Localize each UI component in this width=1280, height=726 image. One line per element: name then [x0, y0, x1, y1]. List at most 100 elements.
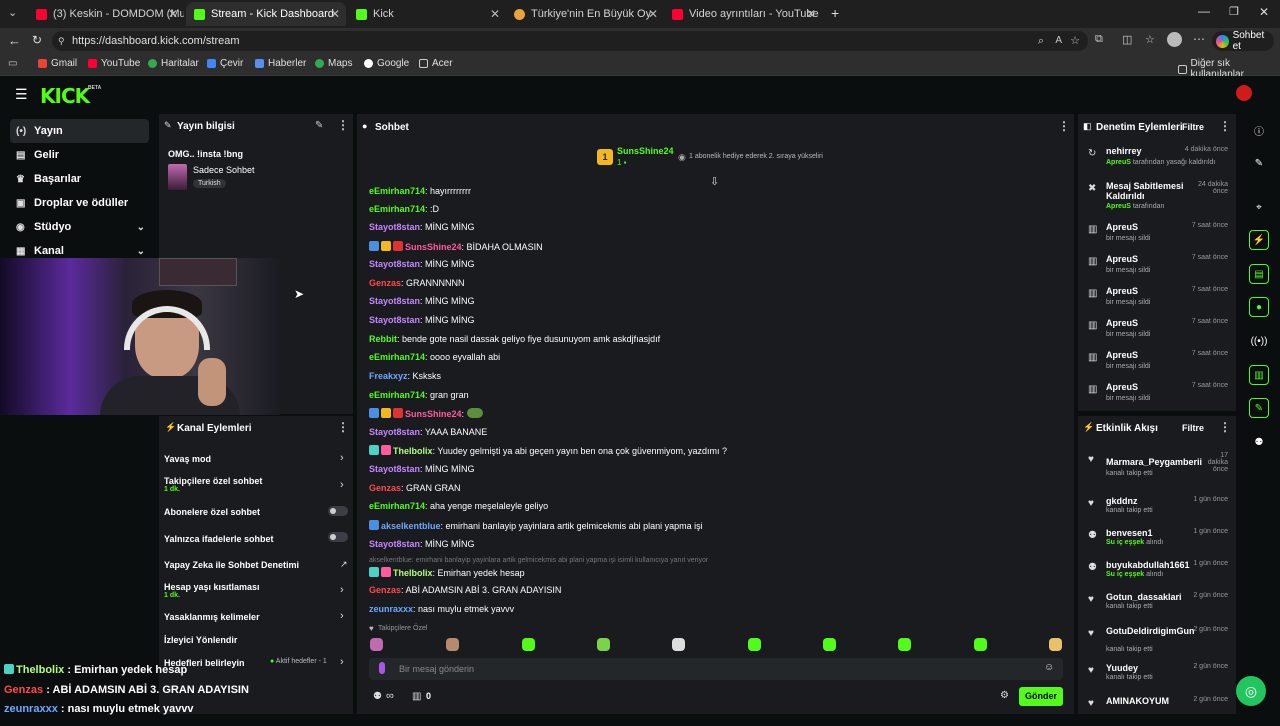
chat-username[interactable]: Stayot8stan	[369, 464, 420, 474]
chevron-right-icon[interactable]: ›	[340, 479, 344, 491]
ai-moderation-label[interactable]: Yapay Zeka ile Sohbet Denetimi	[164, 560, 299, 570]
site-info-icon[interactable]: ⚲	[58, 31, 65, 51]
copilot-button[interactable]: Sohbet et	[1212, 30, 1274, 52]
account-age-label[interactable]: Hesap yaşı kısıtlaması	[164, 582, 260, 592]
activity-row[interactable]: ♥ GotuDeldirdigimGun 2 gün önce kanalı taki…	[1086, 626, 1228, 656]
extensions-icon[interactable]: ⧉	[1095, 33, 1103, 46]
new-tab-icon[interactable]: +	[831, 5, 839, 21]
chat-message[interactable]: Stayot8stan: MİNG MİNG	[369, 464, 475, 474]
emote-only-toggle[interactable]	[328, 532, 348, 542]
chat-username[interactable]: Stayot8stan	[369, 259, 420, 269]
emote-icon[interactable]	[370, 638, 383, 651]
activity-row[interactable]: ♥ Gotun_dassaklari 2 gün önce kanalı takip …	[1086, 592, 1228, 622]
emote-icon[interactable]	[446, 638, 459, 651]
avatar[interactable]	[1167, 32, 1182, 47]
chat-username[interactable]: eEmirhan714	[369, 501, 425, 511]
raid-label[interactable]: İzleyici Yönlendir	[164, 635, 237, 645]
more-icon[interactable]: ⋯	[1193, 32, 1205, 46]
chat-username[interactable]: eEmirhan714	[369, 390, 425, 400]
tab-kick[interactable]: Kick ✕	[348, 2, 506, 26]
kick-logo[interactable]: KICK	[40, 84, 90, 108]
more-options-icon[interactable]: ⋮	[1219, 119, 1231, 133]
chevron-right-icon[interactable]: ›	[340, 656, 344, 668]
chat-message[interactable]: eEmirhan714: hayırrrrrrrr	[369, 186, 471, 196]
settings-icon[interactable]: ⚙	[1000, 690, 1009, 701]
read-aloud-icon[interactable]: A	[1055, 31, 1062, 51]
mod-action-row[interactable]: ▥ ApreuS 7 saat önce bir mesajı sildi	[1086, 222, 1228, 252]
chat-username[interactable]: eEmirhan714	[369, 204, 425, 214]
chat-username[interactable]: akselkentblue	[381, 521, 441, 531]
clipboard-icon[interactable]: ▤	[1249, 264, 1269, 284]
chat-message[interactable]: Stayot8stan: MİNG MİNG	[369, 539, 475, 549]
emote-icon[interactable]	[522, 638, 535, 651]
chat-username[interactable]: Genzas	[369, 483, 401, 493]
activity-row[interactable]: ⚉ benvesen1 1 gün önce Su iç eşşek alındı	[1086, 528, 1228, 558]
minimize-icon[interactable]: —	[1198, 4, 1210, 18]
chat-message[interactable]: eEmirhan714: gran gran	[369, 390, 469, 400]
edit-icon[interactable]: ✎	[315, 120, 323, 131]
user-avatar[interactable]	[1236, 85, 1252, 101]
chat-username[interactable]: Stayot8stan	[369, 222, 420, 232]
subscribers-only-toggle[interactable]	[328, 506, 348, 516]
external-link-icon[interactable]: ↗	[340, 559, 348, 570]
activity-row[interactable]: ♥ gkddnz 1 gün önce kanalı takip etti	[1086, 496, 1228, 526]
mod-action-row[interactable]: ▥ ApreuS 7 saat önce bir mesajı sildi	[1086, 286, 1228, 316]
category-name[interactable]: Sadece Sohbet	[193, 165, 255, 175]
reload-icon[interactable]: ↻	[32, 33, 42, 47]
bookmark-youtube[interactable]: YouTube	[88, 58, 140, 69]
emote-icon[interactable]	[898, 638, 911, 651]
activity-row[interactable]: ♥ Yuudey 2 gün önce kanalı takip etti	[1086, 663, 1228, 693]
chat-message[interactable]: Stayot8stan: MİNG MİNG	[369, 259, 475, 269]
mod-action-row[interactable]: ✖ Mesaj Sabitlemesi Kaldırıldı 24 dakika ö…	[1086, 181, 1228, 211]
sidebar-item-studyo[interactable]: ◉ Stüdyo ⌄	[10, 215, 149, 239]
sidebar-item-yayin[interactable]: (•) Yayın	[10, 119, 149, 143]
send-button[interactable]: Gönder	[1019, 687, 1063, 706]
chat-username[interactable]: Rebbit	[369, 334, 397, 344]
chat-message[interactable]: SunsShine24:	[369, 408, 483, 419]
emote-icon[interactable]	[597, 638, 610, 651]
emote-icon[interactable]	[974, 638, 987, 651]
url-input[interactable]: ⚲ https://dashboard.kick.com/stream ⌕ A …	[52, 31, 1088, 51]
chat-message[interactable]: Genzas: GRANNNNNN	[369, 278, 465, 288]
server-icon[interactable]: ▥	[1249, 365, 1269, 385]
filter-button[interactable]: Filtre	[1182, 423, 1204, 433]
back-icon[interactable]: ←	[8, 33, 21, 48]
chat-message[interactable]: eEmirhan714: aha yenge meşelaleyle geliy…	[369, 501, 548, 511]
expand-chevron-icon[interactable]: ⇩	[710, 175, 719, 188]
chat-message[interactable]: Thelbolix: Yuudey gelmişti ya abi geçen …	[369, 445, 727, 456]
pinned-user[interactable]: SunsShine24	[617, 146, 674, 156]
mic-icon[interactable]	[379, 662, 385, 674]
chat-username[interactable]: Thelbolix	[393, 568, 433, 578]
chat-message[interactable]: Thelbolix: Emirhan yedek hesap	[369, 567, 525, 578]
bookmark-google[interactable]: Google	[364, 58, 409, 69]
chat-username[interactable]: Stayot8stan	[369, 427, 420, 437]
favorite-star-icon[interactable]: ☆	[1070, 31, 1080, 51]
bookmark-gmail[interactable]: Gmail	[38, 58, 77, 69]
filter-button[interactable]: Filtre	[1182, 122, 1204, 132]
chat-message[interactable]: Freakxyz: Ksksks	[369, 371, 441, 381]
chat-message[interactable]: Stayot8stan: MİNG MİNG	[369, 296, 475, 306]
chat-message[interactable]: eEmirhan714: oooo eyvallah abi	[369, 352, 500, 362]
tab-kick-dashboard[interactable]: Stream - Kick Dashboard ✕	[186, 2, 346, 26]
chat-username[interactable]: Freakxyz	[369, 371, 408, 381]
tab-youtube-studio[interactable]: Video ayrıntıları - YouTube Studio✕	[664, 2, 822, 26]
users-icon[interactable]: ⚉	[1249, 432, 1269, 452]
mod-action-row[interactable]: ▥ ApreuS 7 saat önce bir mesajı sildi	[1086, 350, 1228, 380]
pencil-icon[interactable]: ✎	[1249, 153, 1269, 173]
mod-action-row[interactable]: ↻ nehirrey 4 dakika önce ApreuS tarafından …	[1086, 146, 1228, 176]
chat-message[interactable]: Stayot8stan: MİNG MİNG	[369, 315, 475, 325]
chat-username[interactable]: SunsShine24	[405, 242, 462, 252]
emote-icon[interactable]	[672, 638, 685, 651]
sidebar-item-basarilar[interactable]: ♛ Başarılar	[10, 167, 149, 191]
chat-username[interactable]: zeunraxxx	[369, 604, 413, 614]
close-icon[interactable]: ✕	[806, 7, 816, 21]
emote-icon[interactable]	[1049, 638, 1062, 651]
chat-message[interactable]: Genzas: ABİ ADAMSIN ABİ 3. GRAN ADAYISIN	[369, 585, 561, 595]
chat-message[interactable]: akselkentblue: emirhani banlayip yayinla…	[369, 520, 703, 531]
bookmark-haberler[interactable]: Haberler	[255, 58, 306, 69]
activity-row[interactable]: ⚉ buyukabdullah1661 1 gün önce Su iç eşşek …	[1086, 560, 1228, 590]
maximize-icon[interactable]: ❐	[1229, 5, 1239, 18]
tab-list-chevron-icon[interactable]: ⌄	[8, 6, 17, 19]
chat-message[interactable]: SunsShine24: BİDAHA OLMASIN	[369, 241, 543, 252]
menu-icon[interactable]: ☰	[15, 86, 28, 103]
